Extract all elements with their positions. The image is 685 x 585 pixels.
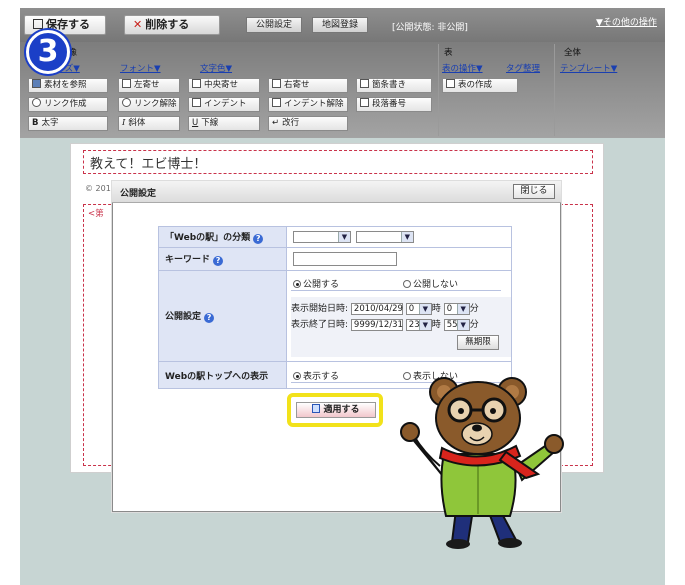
dialog-header: 公開設定 閉じる xyxy=(112,181,561,203)
bear-mascot-illustration xyxy=(400,377,564,549)
unlink-icon xyxy=(122,98,131,107)
table-icon xyxy=(446,79,455,88)
create-table-button[interactable]: 表の作成 xyxy=(442,78,518,93)
tag-organize-link[interactable]: タグ整理 xyxy=(506,62,540,74)
other-ops-link[interactable]: ▼その他の操作 xyxy=(596,15,657,28)
radio-checked-icon xyxy=(293,280,301,288)
start-hour-select[interactable]: 0 ▼ xyxy=(405,302,432,315)
close-button[interactable]: 閉じる xyxy=(513,184,555,199)
align-left-icon xyxy=(122,79,131,88)
chevron-down-icon: ▼ xyxy=(456,319,469,330)
end-datetime-row: 表示終了日時: 9999/12/31 23 ▼ 時 55 ▼ 分 xyxy=(291,318,479,331)
outdent-icon xyxy=(272,98,281,107)
keyword-input[interactable] xyxy=(293,252,397,266)
end-hour-select[interactable]: 23 ▼ xyxy=(405,318,432,331)
underline-button[interactable]: U 下線 xyxy=(188,116,260,131)
chevron-down-icon: ▼ xyxy=(456,303,469,314)
dialog-title: 公開設定 xyxy=(120,189,157,199)
underline-icon: U xyxy=(192,118,199,128)
indent-icon xyxy=(192,98,201,107)
help-icon[interactable]: ? xyxy=(253,234,264,244)
title-box[interactable]: 教えて！エビ博士！ xyxy=(83,150,593,174)
settings-table: 「Webの駅」の分類? ▼ ▼ キーワード? 公開設定? 公開する 公開しない … xyxy=(158,226,512,389)
remove-link-button[interactable]: リンク解除 xyxy=(118,97,180,112)
align-center-button[interactable]: 中央寄せ xyxy=(188,78,260,93)
text-color-dropdown[interactable]: 文字色▼ xyxy=(200,62,232,74)
link-icon xyxy=(32,98,41,107)
publish-settings-button[interactable]: 公開設定 xyxy=(246,17,302,33)
publish-yes-option[interactable]: 公開する xyxy=(293,277,339,290)
bold-icon: B xyxy=(32,118,39,128)
start-minute-select[interactable]: 0 ▼ xyxy=(443,302,470,315)
line-break-button[interactable]: ↵ 改行 xyxy=(268,116,348,131)
create-link-button[interactable]: リンク作成 xyxy=(28,97,108,112)
return-icon: ↵ xyxy=(272,118,280,128)
page-title: 教えて！エビ博士！ xyxy=(90,157,207,172)
category-select-2[interactable]: ▼ xyxy=(355,231,414,243)
category-label: 「Webの駅」の分類? xyxy=(158,226,287,248)
table-group-label: 表 xyxy=(444,48,453,58)
group-divider xyxy=(438,44,439,136)
align-right-icon xyxy=(272,79,281,88)
numbered-list-icon xyxy=(360,98,369,107)
bullet-list-icon xyxy=(360,79,369,88)
bullet-list-button[interactable]: 箇条書き xyxy=(356,78,432,93)
map-register-button[interactable]: 地図登録 xyxy=(312,17,368,33)
start-date-input[interactable]: 2010/04/29 xyxy=(350,302,403,315)
chevron-down-icon: ▼ xyxy=(418,303,431,314)
start-datetime-row: 表示開始日時: 2010/04/29 0 ▼ 時 0 ▼ 分 xyxy=(291,302,479,315)
step-number-badge: 3 xyxy=(26,30,70,74)
delete-icon: ✕ xyxy=(133,18,143,31)
show-option[interactable]: 表示する xyxy=(293,369,339,382)
help-icon[interactable]: ? xyxy=(213,256,224,266)
numbered-list-button[interactable]: 段落番号 xyxy=(356,97,432,112)
bold-button[interactable]: B 太字 xyxy=(28,116,108,131)
end-date-input[interactable]: 9999/12/31 xyxy=(350,318,403,331)
radio-unchecked-icon xyxy=(403,280,411,288)
keyword-label: キーワード? xyxy=(158,247,287,271)
radio-checked-icon xyxy=(293,372,301,380)
browse-materials-button[interactable]: 素材を参照 xyxy=(28,78,108,93)
font-dropdown[interactable]: フォント▼ xyxy=(120,62,161,74)
category-select-1[interactable]: ▼ xyxy=(293,231,351,243)
italic-button[interactable]: I 斜体 xyxy=(118,116,180,131)
group-divider xyxy=(554,44,555,136)
chevron-down-icon: ▼ xyxy=(338,232,350,242)
italic-icon: I xyxy=(122,118,126,128)
align-center-icon xyxy=(192,79,201,88)
unlimited-button[interactable]: 無期限 xyxy=(457,335,499,350)
section-fragment: <第 xyxy=(88,209,104,219)
chevron-down-icon: ▼ xyxy=(400,232,413,242)
apply-icon xyxy=(312,404,321,413)
overall-group-label: 全体 xyxy=(564,48,582,58)
table-ops-dropdown[interactable]: 表の操作▼ xyxy=(442,62,483,74)
indent-button[interactable]: インデント xyxy=(188,97,260,112)
top-display-label: Webの駅トップへの表示 xyxy=(158,361,287,389)
image-icon xyxy=(32,79,41,88)
publish-no-option[interactable]: 公開しない xyxy=(403,277,458,290)
template-dropdown[interactable]: テンプレート▼ xyxy=(560,62,617,74)
publish-state: [公開状態: 非公開] xyxy=(392,23,468,33)
help-icon[interactable]: ? xyxy=(204,313,215,323)
editor-toolbar: 画像 サイズ▼ フォント▼ 文字色▼ 素材を参照 左寄せ 中央寄せ 右寄せ 箇条… xyxy=(20,42,665,138)
outdent-button[interactable]: インデント解除 xyxy=(268,97,348,112)
publish-label: 公開設定? xyxy=(158,270,287,362)
save-icon xyxy=(33,19,43,29)
chevron-down-icon: ▼ xyxy=(418,319,431,330)
top-toolbar: 保存する ✕ 削除する 公開設定 地図登録 [公開状態: 非公開] ▼その他の操作 xyxy=(20,8,665,42)
apply-button[interactable]: 適用する xyxy=(296,402,376,418)
end-minute-select[interactable]: 55 ▼ xyxy=(443,318,470,331)
delete-button[interactable]: ✕ 削除する xyxy=(124,15,220,35)
align-left-button[interactable]: 左寄せ xyxy=(118,78,180,93)
align-right-button[interactable]: 右寄せ xyxy=(268,78,348,93)
